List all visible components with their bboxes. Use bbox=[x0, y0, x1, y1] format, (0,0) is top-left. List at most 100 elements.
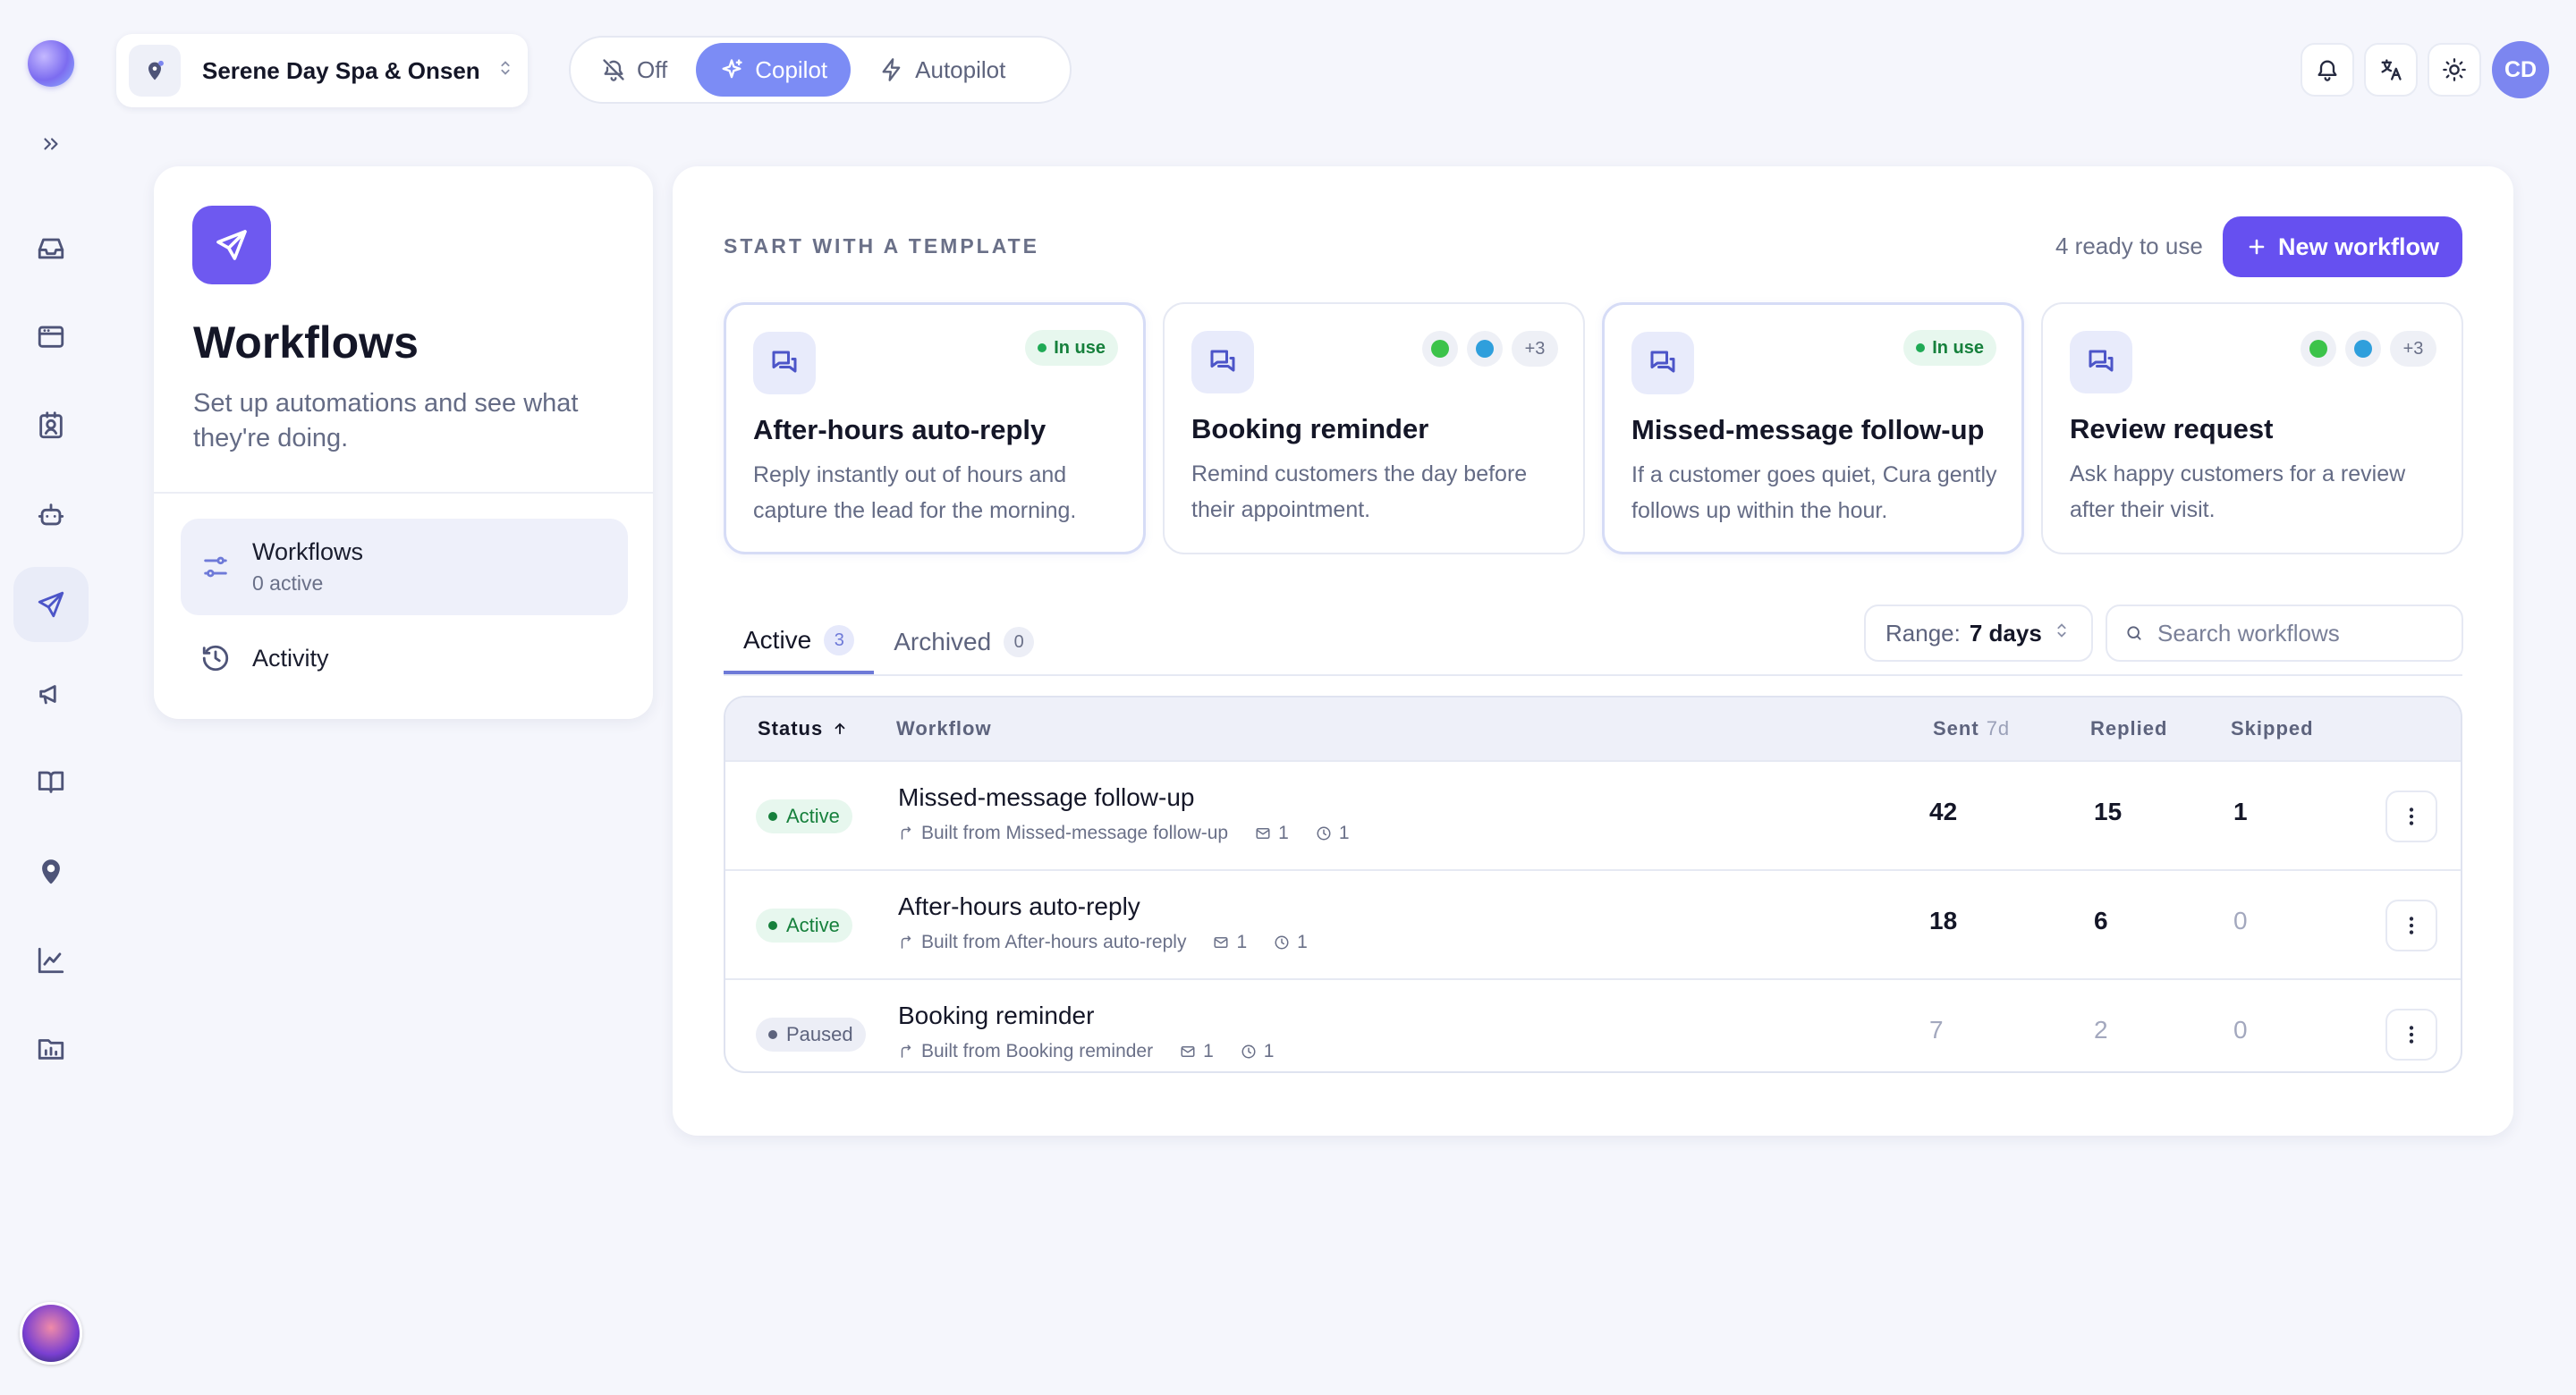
row-menu-button[interactable] bbox=[2385, 900, 2437, 951]
mode-copilot[interactable]: Copilot bbox=[696, 43, 852, 97]
sparkles-icon bbox=[722, 59, 742, 79]
inbox-icon[interactable] bbox=[30, 227, 72, 270]
app-logo[interactable] bbox=[28, 40, 74, 87]
mode-off[interactable]: Off bbox=[578, 43, 691, 97]
chevron-updown-icon bbox=[496, 58, 515, 83]
tab-archived[interactable]: Archived 0 bbox=[874, 610, 1054, 674]
workflow-meta: Built from After-hours auto-reply 1 1 bbox=[898, 932, 1308, 953]
replied-column-header: Replied bbox=[2090, 717, 2168, 740]
template-card-missed-message[interactable]: In use Missed-message follow-up If a cus… bbox=[1602, 302, 2024, 554]
workflows-side-panel: Workflows Set up automations and see wha… bbox=[154, 166, 653, 719]
more-channels: +3 bbox=[1512, 331, 1558, 367]
workflow-meta: Built from Missed-message follow-up 1 1 bbox=[898, 823, 1350, 844]
translate-icon bbox=[2381, 59, 2402, 80]
analytics-icon[interactable] bbox=[30, 939, 72, 982]
language-button[interactable] bbox=[2364, 43, 2418, 97]
skipped-value: 0 bbox=[2233, 907, 2248, 934]
location-pin-icon bbox=[129, 45, 181, 97]
workflow-name[interactable]: Booking reminder bbox=[898, 1002, 1094, 1030]
status-column-header[interactable]: Status bbox=[758, 717, 848, 740]
status-badge: Active bbox=[756, 909, 852, 943]
reports-icon[interactable] bbox=[30, 1027, 72, 1070]
sliders-icon bbox=[204, 556, 227, 578]
sent-column-header: Sent 7d bbox=[1933, 717, 2011, 740]
kebab-icon bbox=[2409, 917, 2414, 934]
mode-autopilot[interactable]: Autopilot bbox=[856, 43, 1029, 97]
range-select[interactable]: Range: 7 days bbox=[1864, 604, 2093, 662]
mail-icon bbox=[1256, 828, 1270, 839]
main-panel: START WITH A TEMPLATE 4 ready to use New… bbox=[673, 166, 2513, 1136]
template-card-after-hours[interactable]: In use After-hours auto-reply Reply inst… bbox=[724, 302, 1146, 554]
sent-value: 42 bbox=[1929, 798, 1958, 825]
tab-label: Archived bbox=[894, 628, 992, 655]
skipped-column-header: Skipped bbox=[2231, 717, 2314, 740]
nav-item-activity[interactable]: Activity bbox=[181, 610, 628, 706]
table-row[interactable]: Active After-hours auto-reply Built from… bbox=[725, 869, 2461, 978]
templates-ready-count: 4 ready to use bbox=[2055, 232, 2203, 259]
location-pin-icon[interactable] bbox=[30, 850, 72, 892]
workflow-meta: Built from Booking reminder 1 1 bbox=[898, 1041, 1274, 1062]
page-title: Workflows bbox=[193, 317, 419, 368]
tab-label: Active bbox=[743, 626, 812, 654]
channel-list: +3 bbox=[2301, 331, 2436, 367]
skipped-value: 1 bbox=[2233, 798, 2248, 825]
template-card-booking-reminder[interactable]: +3 Booking reminder Remind customers the… bbox=[1163, 302, 1585, 554]
workflow-name[interactable]: After-hours auto-reply bbox=[898, 892, 1140, 921]
tab-count: 3 bbox=[824, 625, 855, 655]
workflow-name[interactable]: Missed-message follow-up bbox=[898, 783, 1194, 812]
channel-list: +3 bbox=[1422, 331, 1558, 367]
user-avatar[interactable]: CD bbox=[2492, 41, 2549, 98]
template-desc: Remind customers the day before their ap… bbox=[1191, 461, 1528, 522]
workflows-send-icon[interactable] bbox=[13, 567, 89, 642]
template-title: After-hours auto-reply bbox=[753, 414, 1046, 445]
new-workflow-button[interactable]: New workflow bbox=[2223, 216, 2462, 277]
nav-item-workflows[interactable]: Workflows 0 active bbox=[181, 519, 628, 615]
workflow-column-header: Workflow bbox=[896, 717, 992, 740]
chevron-updown-icon bbox=[2052, 621, 2072, 646]
expand-sidebar-icon[interactable] bbox=[30, 123, 72, 165]
tab-active[interactable]: Active 3 bbox=[724, 610, 875, 674]
contacts-icon[interactable] bbox=[30, 404, 72, 447]
book-icon[interactable] bbox=[30, 760, 72, 803]
template-card-review-request[interactable]: +3 Review request Ask happy customers fo… bbox=[2041, 302, 2463, 554]
tab-count: 0 bbox=[1004, 627, 1035, 657]
workspace-switcher[interactable]: Serene Day Spa & Onsen bbox=[116, 34, 528, 107]
row-menu-button[interactable] bbox=[2385, 790, 2437, 842]
bell-off-icon bbox=[603, 59, 624, 81]
kebab-icon bbox=[2409, 1026, 2414, 1044]
template-desc: Ask happy customers for a review after t… bbox=[2070, 461, 2406, 522]
more-channels: +3 bbox=[2390, 331, 2436, 367]
template-desc: Reply instantly out of hours and capture… bbox=[753, 462, 1077, 523]
search-box bbox=[2106, 604, 2463, 662]
clock-icon bbox=[1317, 826, 1331, 841]
nav-item-sub: 0 active bbox=[252, 571, 324, 595]
calendar-window-icon[interactable] bbox=[30, 315, 72, 358]
chat-bubbles-icon bbox=[1631, 332, 1694, 394]
send-icon bbox=[192, 206, 271, 284]
telegram-channel-icon bbox=[1467, 331, 1503, 367]
plus-icon bbox=[2249, 239, 2265, 255]
row-menu-button[interactable] bbox=[2385, 1009, 2437, 1061]
search-input[interactable] bbox=[2157, 619, 2444, 647]
divider bbox=[154, 492, 653, 494]
workflow-tabs: Active 3 Archived 0 bbox=[724, 610, 1054, 674]
assistant-avatar[interactable] bbox=[20, 1302, 82, 1365]
chat-bubbles-icon bbox=[2070, 331, 2132, 393]
skipped-value: 0 bbox=[2233, 1016, 2248, 1044]
workflows-table: Status Workflow Sent 7d Replied Skipped A… bbox=[724, 696, 2462, 1073]
replied-value: 6 bbox=[2094, 907, 2108, 934]
table-row[interactable]: Active Missed-message follow-up Built fr… bbox=[725, 760, 2461, 869]
mail-icon bbox=[1214, 937, 1228, 948]
in-use-badge: In use bbox=[1025, 330, 1118, 366]
range-value: 7 days bbox=[1969, 619, 2042, 647]
megaphone-icon[interactable] bbox=[30, 672, 72, 715]
template-desc: If a customer goes quiet, Cura gently fo… bbox=[1631, 462, 1997, 523]
notifications-button[interactable] bbox=[2301, 43, 2354, 97]
new-workflow-label: New workflow bbox=[2277, 232, 2440, 260]
table-row[interactable]: Paused Booking reminder Built from Booki… bbox=[725, 978, 2461, 1071]
sidebar-rail bbox=[0, 0, 102, 1395]
theme-toggle-button[interactable] bbox=[2428, 43, 2481, 97]
chat-bubbles-icon bbox=[753, 332, 816, 394]
line-channel-icon bbox=[2301, 331, 2336, 367]
bot-icon[interactable] bbox=[30, 494, 72, 537]
